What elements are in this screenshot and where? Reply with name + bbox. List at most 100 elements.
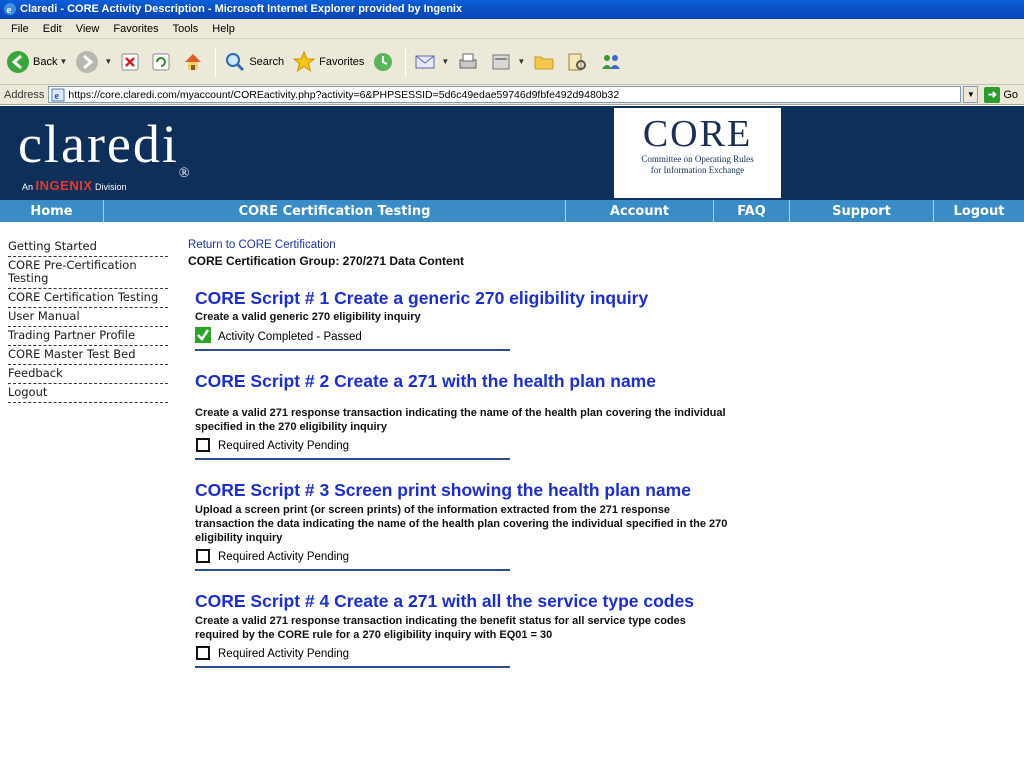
script-item: CORE Script # 3 Screen print showing the…	[195, 480, 728, 571]
address-label: Address	[4, 88, 45, 101]
refresh-icon	[152, 53, 170, 70]
return-link[interactable]: Return to CORE Certification	[188, 239, 728, 251]
sidebar-item-getting-started[interactable]: Getting Started	[8, 238, 168, 257]
logo-sub-suffix: Division	[95, 182, 127, 192]
logo-subtitle: An INGENIX Division	[22, 178, 127, 193]
sidebar-item-core-master-test-bed[interactable]: CORE Master Test Bed	[8, 346, 168, 365]
history-button[interactable]	[368, 43, 401, 81]
address-url: https://core.claredi.com/myaccount/COREa…	[68, 88, 620, 101]
script-description: Upload a screen print (or screen prints)…	[195, 504, 728, 544]
chevron-down-icon[interactable]: ▼	[104, 57, 112, 66]
status-label: Required Activity Pending	[218, 440, 350, 452]
address-dropdown[interactable]: ▼	[963, 86, 979, 103]
sidebar-item-core-certification-testing[interactable]: CORE Certification Testing	[8, 289, 168, 308]
search-button[interactable]: Search	[220, 43, 288, 81]
refresh-button[interactable]	[147, 43, 178, 81]
nav-home[interactable]: Home	[0, 200, 104, 222]
sidebar-item-trading-partner-profile[interactable]: Trading Partner Profile	[8, 327, 168, 346]
go-button[interactable]: ➜ Go	[978, 86, 1024, 103]
edit-button[interactable]: ▼	[486, 43, 529, 81]
window-title: Claredi - CORE Activity Description - Mi…	[20, 3, 463, 15]
chevron-down-icon[interactable]: ▼	[517, 57, 525, 66]
sidebar-item-logout[interactable]: Logout	[8, 384, 168, 403]
script-title[interactable]: CORE Script # 2 Create a 271 with the he…	[195, 371, 728, 392]
address-input[interactable]: e https://core.claredi.com/myaccount/COR…	[48, 86, 962, 103]
nav-logout[interactable]: Logout	[934, 200, 1024, 222]
favorites-label: Favorites	[319, 55, 365, 68]
site-header: claredi® An INGENIX Division CORE Commit…	[0, 106, 1024, 200]
script-title[interactable]: CORE Script # 4 Create a 271 with all th…	[195, 591, 728, 612]
core-logo-sub1: Committee on Operating Rules	[641, 154, 754, 164]
forward-arrow-icon	[76, 50, 99, 73]
folder-button[interactable]	[529, 43, 562, 81]
script-item: CORE Script # 2 Create a 271 with the he…	[195, 371, 728, 460]
history-icon	[374, 52, 393, 71]
core-logo-sub2: for Information Exchange	[650, 165, 745, 175]
page-icon: e	[51, 88, 65, 102]
forward-button[interactable]: ▼	[71, 43, 116, 81]
browser-toolbar: Back ▼ ▼ Search Favorites ▼ ▼	[0, 39, 1024, 85]
divider	[195, 666, 510, 668]
script-description: Create a valid 271 response transaction …	[195, 407, 726, 433]
menu-edit[interactable]: Edit	[36, 23, 69, 35]
menu-favorites[interactable]: Favorites	[106, 23, 165, 35]
star-icon	[292, 50, 316, 72]
group-title: CORE Certification Group: 270/271 Data C…	[188, 254, 465, 268]
status-row: Required Activity Pending	[195, 645, 728, 660]
status-row: Required Activity Pending	[195, 548, 728, 563]
script-title[interactable]: CORE Script # 1 Create a generic 270 eli…	[195, 288, 728, 309]
search-label: Search	[249, 55, 285, 68]
logo-sub-prefix: An	[22, 182, 34, 192]
window-title-bar: e Claredi - CORE Activity Description - …	[0, 0, 1024, 19]
menu-tools[interactable]: Tools	[166, 23, 206, 35]
search-icon	[226, 52, 245, 71]
script-title[interactable]: CORE Script # 3 Screen print showing the…	[195, 480, 728, 501]
core-logo-word: CORE	[642, 113, 753, 155]
favorites-button[interactable]: Favorites	[288, 43, 368, 81]
status-label: Required Activity Pending	[218, 551, 350, 563]
chevron-down-icon[interactable]: ▼	[59, 57, 67, 66]
pending-checkbox-icon	[196, 645, 210, 660]
nav-faq[interactable]: FAQ	[714, 200, 790, 222]
menu-help[interactable]: Help	[205, 23, 242, 35]
svg-text:e: e	[7, 4, 12, 16]
sidebar-item-core-pre-certification-testing[interactable]: CORE Pre-Certification Testing	[8, 257, 168, 289]
print-button[interactable]	[453, 43, 486, 81]
back-button[interactable]: Back ▼	[2, 43, 71, 81]
claredi-logo[interactable]: claredi®	[18, 114, 192, 181]
messenger-icon	[602, 54, 621, 69]
main-nav: Home CORE Certification Testing Account …	[0, 200, 1024, 222]
nav-support[interactable]: Support	[790, 200, 934, 222]
script-description: Create a valid generic 270 eligibility i…	[195, 311, 421, 323]
toolbar-separator	[405, 46, 407, 77]
divider	[195, 458, 510, 460]
ie-logo-icon: e	[4, 3, 16, 16]
main-content: Return to CORE Certification CORE Certif…	[188, 239, 728, 668]
nav-account[interactable]: Account	[566, 200, 714, 222]
pending-checkbox-icon	[196, 548, 210, 563]
mail-button[interactable]: ▼	[410, 43, 453, 81]
script-item: CORE Script # 1 Create a generic 270 eli…	[195, 288, 728, 351]
svg-text:e: e	[55, 91, 60, 102]
messenger-button[interactable]	[595, 43, 630, 81]
script-item: CORE Script # 4 Create a 271 with all th…	[195, 591, 728, 668]
nav-core-certification-testing[interactable]: CORE Certification Testing	[104, 200, 566, 222]
menu-view[interactable]: View	[69, 23, 107, 35]
pending-checkbox-icon	[196, 437, 210, 452]
research-button[interactable]	[562, 43, 595, 81]
logo-reg: ®	[178, 166, 192, 181]
core-logo[interactable]: CORE Committee on Operating Rules for In…	[614, 108, 781, 198]
stop-button[interactable]	[116, 43, 147, 81]
research-icon	[568, 53, 587, 70]
address-bar: Address e https://core.claredi.com/myacc…	[0, 85, 1024, 105]
sidebar-item-feedback[interactable]: Feedback	[8, 365, 168, 384]
chevron-down-icon[interactable]: ▼	[441, 57, 449, 66]
status-label: Activity Completed - Passed	[218, 330, 362, 343]
go-label: Go	[1003, 88, 1018, 101]
sidebar-item-user-manual[interactable]: User Manual	[8, 308, 168, 327]
menu-file[interactable]: File	[4, 23, 36, 35]
mail-icon	[415, 55, 435, 68]
home-button[interactable]	[178, 43, 211, 81]
edit-icon	[492, 54, 510, 69]
home-icon	[185, 53, 202, 70]
